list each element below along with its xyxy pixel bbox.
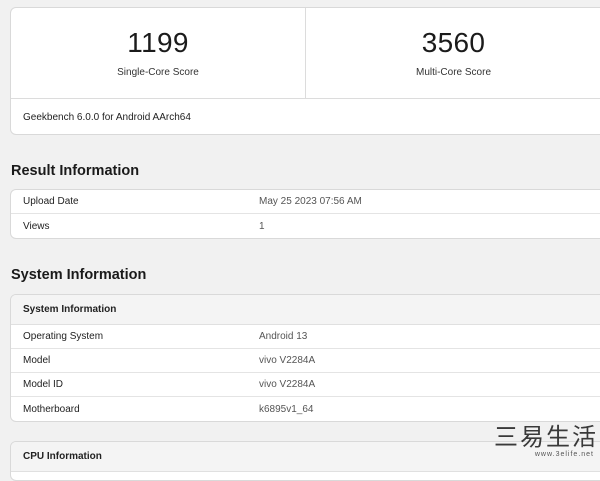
row-value: 1 bbox=[259, 220, 265, 232]
score-row: 1199 Single-Core Score 3560 Multi-Core S… bbox=[11, 8, 600, 99]
watermark-logo: 三易生活 www.3elife.net bbox=[490, 424, 598, 464]
row-key: Motherboard bbox=[23, 403, 80, 415]
table-row: Views 1 bbox=[11, 214, 600, 238]
row-key: Model ID bbox=[23, 379, 64, 390]
single-core-score-value: 1199 bbox=[127, 27, 189, 58]
table-row: Motherboard k6895v1_64 bbox=[11, 397, 600, 421]
result-information-table: Upload Date May 25 2023 07:56 AM Views 1 bbox=[10, 189, 600, 239]
row-key: Operating System bbox=[23, 331, 104, 342]
benchmark-version: Geekbench 6.0.0 for Android AArch64 bbox=[23, 112, 191, 123]
score-card: 1199 Single-Core Score 3560 Multi-Core S… bbox=[10, 7, 600, 135]
watermark-url: www.3elife.net bbox=[534, 451, 594, 458]
watermark-text: 三易生活 bbox=[494, 423, 598, 451]
multi-core-score: 3560 Multi-Core Score bbox=[306, 8, 600, 98]
multi-core-score-value: 3560 bbox=[421, 27, 486, 58]
table-row: Model vivo V2284A bbox=[11, 349, 600, 373]
table-row: Upload Date May 25 2023 07:56 AM bbox=[11, 190, 600, 214]
system-information-header: System Information bbox=[11, 295, 600, 325]
row-value: Android 13 bbox=[259, 331, 308, 342]
table-row: Model ID vivo V2284A bbox=[11, 373, 600, 397]
row-key: Model bbox=[23, 355, 51, 366]
row-value: vivo V2284A bbox=[259, 355, 316, 366]
row-key: Views bbox=[23, 220, 50, 232]
table-row: Operating System Android 13 bbox=[11, 325, 600, 349]
single-core-score: 1199 Single-Core Score bbox=[11, 8, 306, 98]
row-value: May 25 2023 07:56 AM bbox=[259, 196, 362, 207]
row-value: vivo V2284A bbox=[259, 379, 316, 390]
system-information-title: System Information bbox=[11, 267, 147, 283]
row-key: Upload Date bbox=[23, 196, 79, 207]
result-information-title: Result Information bbox=[11, 163, 140, 179]
system-information-table: System Information Operating System Andr… bbox=[10, 294, 600, 422]
single-core-score-label: Single-Core Score bbox=[117, 67, 199, 78]
row-value: k6895v1_64 bbox=[259, 403, 314, 415]
multi-core-score-label: Multi-Core Score bbox=[415, 67, 492, 78]
